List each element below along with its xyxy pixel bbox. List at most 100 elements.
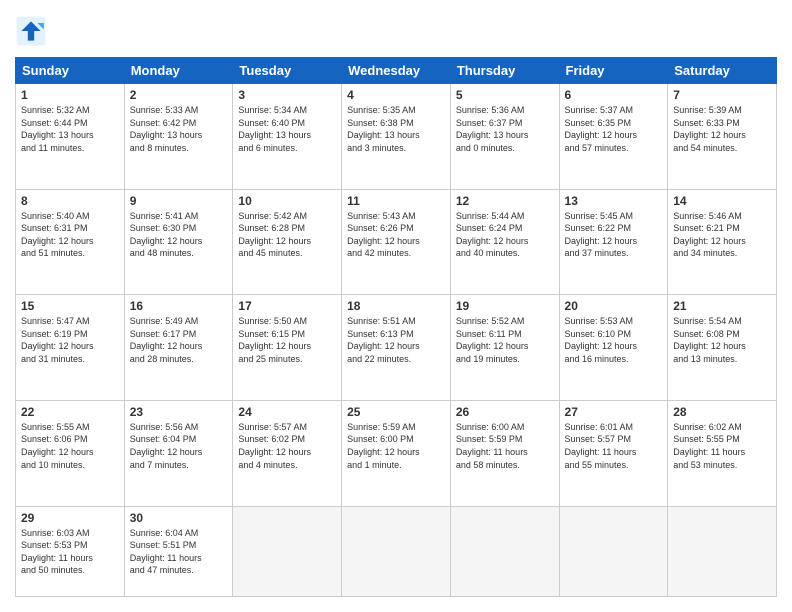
day-cell: 24 Sunrise: 5:57 AM Sunset: 6:02 PM Dayli… (233, 400, 342, 506)
day-cell: 22 Sunrise: 5:55 AM Sunset: 6:06 PM Dayli… (16, 400, 125, 506)
day-cell: 25Sunrise: 5:59 AM Sunset: 6:00 PM Dayli… (342, 400, 451, 506)
day-cell: 16Sunrise: 5:49 AM Sunset: 6:17 PM Dayli… (124, 295, 233, 401)
day-number: 29 (21, 511, 119, 525)
day-info: Sunrise: 5:42 AM Sunset: 6:28 PM Dayligh… (238, 210, 336, 260)
day-cell (668, 506, 777, 597)
day-cell: 17 Sunrise: 5:50 AM Sunset: 6:15 PM Dayli… (233, 295, 342, 401)
day-info: Sunrise: 5:47 AM Sunset: 6:19 PM Dayligh… (21, 315, 119, 365)
day-cell: 12Sunrise: 5:44 AM Sunset: 6:24 PM Dayli… (450, 189, 559, 295)
page: SundayMondayTuesdayWednesdayThursdayFrid… (0, 0, 792, 612)
day-number: 13 (565, 194, 663, 208)
day-cell (450, 506, 559, 597)
col-header-sunday: Sunday (16, 58, 125, 84)
day-number: 10 (238, 194, 336, 208)
day-cell: 27 Sunrise: 6:01 AM Sunset: 5:57 PM Dayli… (559, 400, 668, 506)
day-info: Sunrise: 5:53 AM Sunset: 6:10 PM Dayligh… (565, 315, 663, 365)
day-number: 1 (21, 88, 119, 102)
day-cell: 14 Sunrise: 5:46 AM Sunset: 6:21 PM Dayli… (668, 189, 777, 295)
day-number: 17 (238, 299, 336, 313)
day-info: Sunrise: 5:51 AM Sunset: 6:13 PM Dayligh… (347, 315, 445, 365)
day-number: 27 (565, 405, 663, 419)
day-cell: 18 Sunrise: 5:51 AM Sunset: 6:13 PM Dayli… (342, 295, 451, 401)
day-number: 19 (456, 299, 554, 313)
day-info: Sunrise: 5:50 AM Sunset: 6:15 PM Dayligh… (238, 315, 336, 365)
day-info: Sunrise: 5:41 AM Sunset: 6:30 PM Dayligh… (130, 210, 228, 260)
day-cell: 13 Sunrise: 5:45 AM Sunset: 6:22 PM Dayli… (559, 189, 668, 295)
day-cell: 30 Sunrise: 6:04 AM Sunset: 5:51 PM Dayli… (124, 506, 233, 597)
day-info: Sunrise: 6:04 AM Sunset: 5:51 PM Dayligh… (130, 527, 228, 577)
day-number: 22 (21, 405, 119, 419)
day-number: 18 (347, 299, 445, 313)
day-cell: 10 Sunrise: 5:42 AM Sunset: 6:28 PM Dayli… (233, 189, 342, 295)
day-info: Sunrise: 5:36 AM Sunset: 6:37 PM Dayligh… (456, 104, 554, 154)
day-number: 11 (347, 194, 445, 208)
day-info: Sunrise: 5:32 AM Sunset: 6:44 PM Dayligh… (21, 104, 119, 154)
day-cell: 26Sunrise: 6:00 AM Sunset: 5:59 PM Dayli… (450, 400, 559, 506)
day-number: 3 (238, 88, 336, 102)
col-header-thursday: Thursday (450, 58, 559, 84)
day-number: 9 (130, 194, 228, 208)
day-number: 24 (238, 405, 336, 419)
day-info: Sunrise: 5:56 AM Sunset: 6:04 PM Dayligh… (130, 421, 228, 471)
day-number: 23 (130, 405, 228, 419)
day-cell (559, 506, 668, 597)
day-cell: 7 Sunrise: 5:39 AM Sunset: 6:33 PM Daylig… (668, 84, 777, 190)
day-cell: 23 Sunrise: 5:56 AM Sunset: 6:04 PM Dayli… (124, 400, 233, 506)
day-info: Sunrise: 6:02 AM Sunset: 5:55 PM Dayligh… (673, 421, 771, 471)
week-row-5: 29 Sunrise: 6:03 AM Sunset: 5:53 PM Dayli… (16, 506, 777, 597)
day-info: Sunrise: 6:03 AM Sunset: 5:53 PM Dayligh… (21, 527, 119, 577)
day-cell: 19 Sunrise: 5:52 AM Sunset: 6:11 PM Dayli… (450, 295, 559, 401)
day-cell: 21 Sunrise: 5:54 AM Sunset: 6:08 PM Dayli… (668, 295, 777, 401)
day-cell: 28 Sunrise: 6:02 AM Sunset: 5:55 PM Dayli… (668, 400, 777, 506)
day-number: 7 (673, 88, 771, 102)
day-number: 6 (565, 88, 663, 102)
day-cell (342, 506, 451, 597)
header-row: SundayMondayTuesdayWednesdayThursdayFrid… (16, 58, 777, 84)
day-number: 30 (130, 511, 228, 525)
day-cell: 9 Sunrise: 5:41 AM Sunset: 6:30 PM Daylig… (124, 189, 233, 295)
week-row-1: 1 Sunrise: 5:32 AM Sunset: 6:44 PM Daylig… (16, 84, 777, 190)
day-info: Sunrise: 5:43 AM Sunset: 6:26 PM Dayligh… (347, 210, 445, 260)
day-info: Sunrise: 5:49 AM Sunset: 6:17 PM Dayligh… (130, 315, 228, 365)
day-number: 20 (565, 299, 663, 313)
col-header-tuesday: Tuesday (233, 58, 342, 84)
week-row-4: 22 Sunrise: 5:55 AM Sunset: 6:06 PM Dayli… (16, 400, 777, 506)
day-cell: 20 Sunrise: 5:53 AM Sunset: 6:10 PM Dayli… (559, 295, 668, 401)
col-header-monday: Monday (124, 58, 233, 84)
day-number: 4 (347, 88, 445, 102)
col-header-wednesday: Wednesday (342, 58, 451, 84)
day-cell: 3 Sunrise: 5:34 AM Sunset: 6:40 PM Daylig… (233, 84, 342, 190)
day-cell: 6Sunrise: 5:37 AM Sunset: 6:35 PM Daylig… (559, 84, 668, 190)
day-info: Sunrise: 5:45 AM Sunset: 6:22 PM Dayligh… (565, 210, 663, 260)
day-cell: 5 Sunrise: 5:36 AM Sunset: 6:37 PM Daylig… (450, 84, 559, 190)
day-cell: 1 Sunrise: 5:32 AM Sunset: 6:44 PM Daylig… (16, 84, 125, 190)
day-cell (233, 506, 342, 597)
day-info: Sunrise: 6:00 AM Sunset: 5:59 PM Dayligh… (456, 421, 554, 471)
day-cell: 2Sunrise: 5:33 AM Sunset: 6:42 PM Daylig… (124, 84, 233, 190)
logo (15, 15, 51, 47)
col-header-saturday: Saturday (668, 58, 777, 84)
day-number: 14 (673, 194, 771, 208)
day-number: 12 (456, 194, 554, 208)
day-info: Sunrise: 5:46 AM Sunset: 6:21 PM Dayligh… (673, 210, 771, 260)
day-info: Sunrise: 5:54 AM Sunset: 6:08 PM Dayligh… (673, 315, 771, 365)
day-number: 15 (21, 299, 119, 313)
week-row-2: 8Sunrise: 5:40 AM Sunset: 6:31 PM Daylig… (16, 189, 777, 295)
day-number: 28 (673, 405, 771, 419)
day-number: 21 (673, 299, 771, 313)
day-info: Sunrise: 5:33 AM Sunset: 6:42 PM Dayligh… (130, 104, 228, 154)
calendar: SundayMondayTuesdayWednesdayThursdayFrid… (15, 57, 777, 597)
day-info: Sunrise: 5:52 AM Sunset: 6:11 PM Dayligh… (456, 315, 554, 365)
day-info: Sunrise: 5:55 AM Sunset: 6:06 PM Dayligh… (21, 421, 119, 471)
day-number: 5 (456, 88, 554, 102)
day-info: Sunrise: 5:57 AM Sunset: 6:02 PM Dayligh… (238, 421, 336, 471)
day-info: Sunrise: 5:35 AM Sunset: 6:38 PM Dayligh… (347, 104, 445, 154)
week-row-3: 15 Sunrise: 5:47 AM Sunset: 6:19 PM Dayli… (16, 295, 777, 401)
col-header-friday: Friday (559, 58, 668, 84)
day-info: Sunrise: 5:34 AM Sunset: 6:40 PM Dayligh… (238, 104, 336, 154)
day-info: Sunrise: 5:39 AM Sunset: 6:33 PM Dayligh… (673, 104, 771, 154)
day-info: Sunrise: 6:01 AM Sunset: 5:57 PM Dayligh… (565, 421, 663, 471)
day-cell: 8Sunrise: 5:40 AM Sunset: 6:31 PM Daylig… (16, 189, 125, 295)
day-info: Sunrise: 5:59 AM Sunset: 6:00 PM Dayligh… (347, 421, 445, 471)
day-cell: 15 Sunrise: 5:47 AM Sunset: 6:19 PM Dayli… (16, 295, 125, 401)
